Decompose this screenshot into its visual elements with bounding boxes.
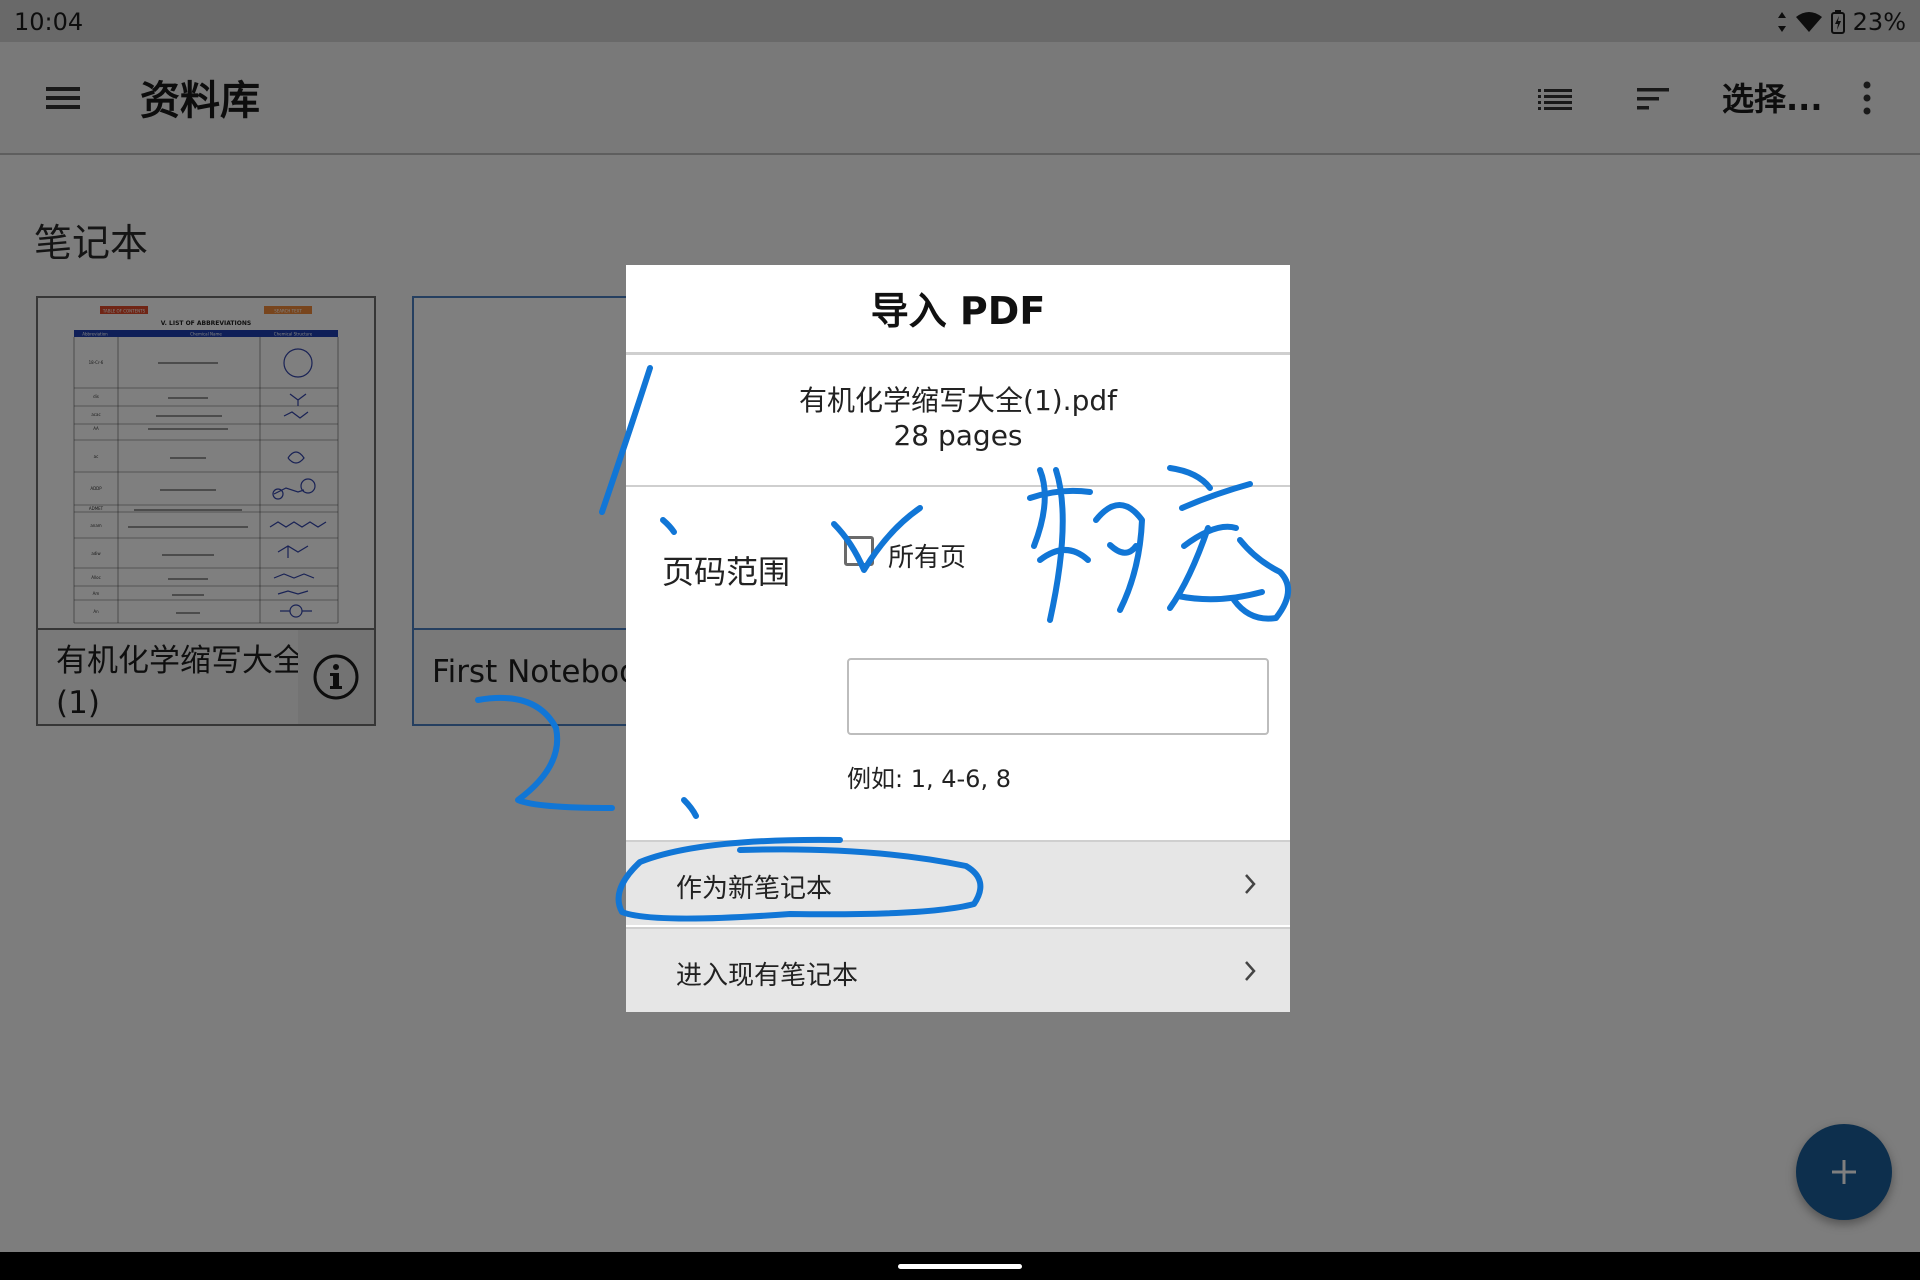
file-info: 有机化学缩写大全(1).pdf 28 pages xyxy=(626,357,1290,487)
page-range-input[interactable] xyxy=(847,658,1269,735)
all-pages-checkbox[interactable] xyxy=(844,536,874,566)
home-gesture-handle[interactable] xyxy=(898,1264,1022,1269)
option-label: 进入现有笔记本 xyxy=(676,961,859,991)
all-pages-label[interactable]: 所有页 xyxy=(888,537,966,574)
page-range-label: 页码范围 xyxy=(662,553,791,591)
import-into-existing-notebook-option[interactable]: 进入现有笔记本 xyxy=(626,927,1290,1012)
dialog-title: 导入 PDF xyxy=(626,265,1290,355)
chevron-right-icon xyxy=(1245,874,1256,894)
page-range-example: 例如: 1, 4-6, 8 xyxy=(847,765,1011,793)
system-nav-bar xyxy=(0,1252,1920,1280)
chevron-right-icon xyxy=(1245,961,1256,981)
import-pdf-dialog: 导入 PDF 有机化学缩写大全(1).pdf 28 pages 页码范围 所有页… xyxy=(626,265,1290,1012)
file-name: 有机化学缩写大全(1).pdf xyxy=(799,384,1117,417)
import-as-new-notebook-option[interactable]: 作为新笔记本 xyxy=(626,840,1290,925)
file-page-count: 28 pages xyxy=(893,419,1023,452)
option-label: 作为新笔记本 xyxy=(676,874,833,904)
